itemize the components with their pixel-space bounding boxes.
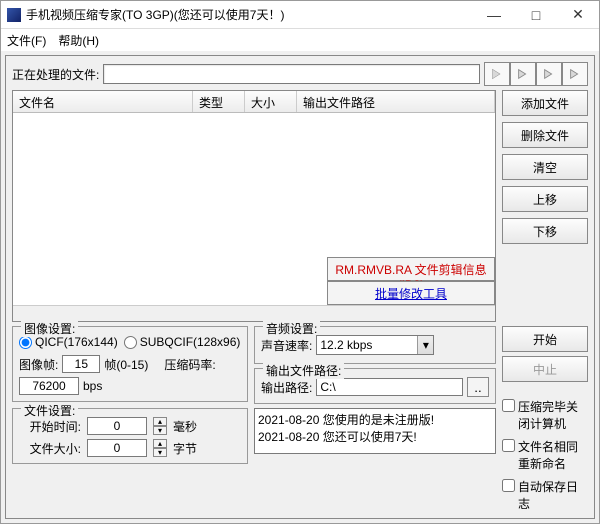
frame-label: 图像帧:	[19, 356, 58, 373]
clear-button[interactable]: 清空	[502, 154, 588, 180]
file-size-input[interactable]	[87, 439, 147, 457]
bitrate-suffix: bps	[83, 379, 102, 393]
start-up[interactable]: ▴	[153, 417, 167, 426]
audio-rate-combo[interactable]: 12.2 kbps ▾	[316, 335, 434, 355]
processing-label: 正在处理的文件:	[12, 66, 99, 83]
table-body[interactable]: RM.RMVB.RA 文件剪辑信息(ID3) 批量修改工具	[13, 113, 495, 305]
close-button[interactable]: ✕	[557, 1, 599, 28]
frame-suffix: 帧(0-15)	[104, 356, 148, 373]
size-suffix: 字节	[173, 440, 197, 457]
arrow-button-4[interactable]	[562, 62, 588, 86]
bitrate-input[interactable]	[19, 377, 79, 395]
size-down[interactable]: ▾	[153, 448, 167, 457]
start-down[interactable]: ▾	[153, 426, 167, 435]
app-icon	[7, 8, 21, 22]
image-settings-group: 图像设置: QICF(176x144) SUBQCIF(128x96) 图像帧:…	[12, 326, 248, 402]
file-settings-title: 文件设置:	[21, 402, 78, 419]
minimize-button[interactable]: —	[473, 1, 515, 28]
h-scrollbar[interactable]	[13, 305, 495, 321]
audio-settings-title: 音频设置:	[263, 320, 320, 337]
output-path-label: 输出路径:	[261, 379, 312, 396]
radio-subqcif[interactable]: SUBQCIF(128x96)	[124, 335, 241, 349]
start-button[interactable]: 开始	[502, 326, 588, 352]
move-up-button[interactable]: 上移	[502, 186, 588, 212]
rm-info-button[interactable]: RM.RMVB.RA 文件剪辑信息(ID3)	[327, 257, 495, 281]
file-table: 文件名 类型 大小 输出文件路径 RM.RMVB.RA 文件剪辑信息(ID3) …	[12, 90, 496, 322]
log-box[interactable]: 2021-08-20 您使用的是未注册版! 2021-08-20 您还可以使用7…	[254, 408, 496, 454]
audio-settings-group: 音频设置: 声音速率: 12.2 kbps ▾	[254, 326, 496, 364]
stop-button[interactable]: 中止	[502, 356, 588, 382]
check-shutdown[interactable]: 压缩完毕关闭计算机	[502, 398, 588, 432]
browse-button[interactable]: ..	[467, 377, 489, 397]
start-time-label: 开始时间:	[19, 418, 81, 435]
file-size-label: 文件大小:	[19, 440, 81, 457]
app-window: 手机视频压缩专家(TO 3GP)(您还可以使用7天！) — □ ✕ 文件(F) …	[0, 0, 600, 524]
check-rename[interactable]: 文件名相同重新命名	[502, 438, 588, 472]
output-path-value[interactable]: C:\	[316, 378, 463, 396]
check-savelog[interactable]: 自动保存日志	[502, 478, 588, 512]
arrow-button-1[interactable]	[484, 62, 510, 86]
move-down-button[interactable]: 下移	[502, 218, 588, 244]
col-path[interactable]: 输出文件路径	[297, 91, 495, 112]
image-settings-title: 图像设置:	[21, 320, 78, 337]
col-type[interactable]: 类型	[193, 91, 245, 112]
add-file-button[interactable]: 添加文件	[502, 90, 588, 116]
batch-tool-button[interactable]: 批量修改工具	[327, 281, 495, 305]
menu-file[interactable]: 文件(F)	[7, 32, 46, 49]
output-path-title: 输出文件路径:	[263, 362, 344, 379]
audio-rate-label: 声音速率:	[261, 337, 312, 354]
col-name[interactable]: 文件名	[13, 91, 193, 112]
menubar: 文件(F) 帮助(H)	[1, 29, 599, 51]
maximize-button[interactable]: □	[515, 1, 557, 28]
start-time-input[interactable]	[87, 417, 147, 435]
frame-input[interactable]	[62, 355, 100, 373]
output-path-group: 输出文件路径: 输出路径: C:\ ..	[254, 368, 496, 404]
col-size[interactable]: 大小	[245, 91, 297, 112]
start-suffix: 毫秒	[173, 418, 197, 435]
titlebar: 手机视频压缩专家(TO 3GP)(您还可以使用7天！) — □ ✕	[1, 1, 599, 29]
file-settings-group: 文件设置: 开始时间: ▴▾ 毫秒 文件大小:	[12, 408, 248, 464]
bitrate-label: 压缩码率:	[164, 356, 215, 373]
radio-qicf[interactable]: QICF(176x144)	[19, 335, 118, 349]
window-title: 手机视频压缩专家(TO 3GP)(您还可以使用7天！)	[26, 6, 473, 23]
arrow-button-2[interactable]	[510, 62, 536, 86]
processing-file-input[interactable]	[103, 64, 480, 84]
chevron-down-icon: ▾	[417, 336, 433, 354]
menu-help[interactable]: 帮助(H)	[58, 32, 99, 49]
arrow-button-3[interactable]	[536, 62, 562, 86]
delete-file-button[interactable]: 删除文件	[502, 122, 588, 148]
size-up[interactable]: ▴	[153, 439, 167, 448]
